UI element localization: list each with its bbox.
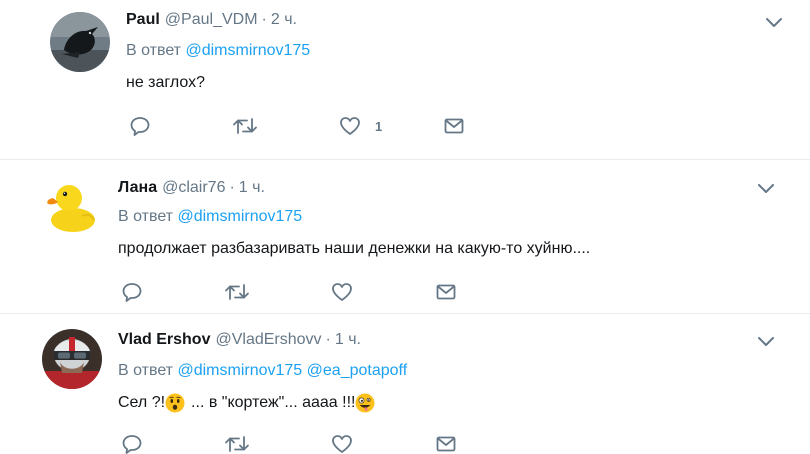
retweet-icon	[233, 118, 257, 134]
display-name[interactable]: Paul	[126, 11, 160, 29]
tweet-text: продолжает разбазаривать наши денежки на…	[118, 240, 591, 257]
envelope-icon	[436, 284, 456, 300]
like-count: 1	[375, 118, 383, 134]
reply-prefix: В ответ	[118, 362, 174, 379]
retweet-button[interactable]	[232, 113, 258, 139]
heart-icon	[332, 283, 352, 301]
rubber-duck-avatar	[42, 176, 102, 236]
reply-context: В ответ @dimsmirnov175 @ea_potapoff	[118, 362, 407, 380]
reply-button[interactable]	[121, 279, 143, 305]
mention-link[interactable]: @ea_potapoff	[307, 362, 407, 379]
direct-message-button[interactable]	[435, 279, 457, 305]
retweet-button[interactable]	[224, 431, 250, 454]
tweet-text-part: Сел ?!	[118, 394, 166, 411]
direct-message-button[interactable]	[435, 431, 457, 454]
reply-button[interactable]	[129, 113, 151, 139]
more-options-button[interactable]	[755, 177, 777, 199]
tweet[interactable]: Vlad Ershov @VladErshovv · 1 ч. В ответ …	[0, 314, 810, 454]
retweet-button[interactable]	[224, 279, 250, 305]
chevron-down-icon	[758, 337, 774, 346]
tweet-text-part: ... в "кортеж"... аааа !!!	[191, 394, 356, 411]
reply-icon	[122, 283, 142, 302]
more-options-button[interactable]	[763, 11, 785, 33]
reply-context: В ответ @dimsmirnov175	[118, 208, 302, 226]
mention-link[interactable]: @dimsmirnov175	[177, 208, 302, 225]
hushed-face-emoji	[165, 393, 185, 413]
display-name[interactable]: Лана	[118, 179, 157, 197]
chevron-down-icon	[758, 184, 774, 193]
reply-prefix: В ответ	[118, 208, 174, 225]
tweet-actions	[118, 279, 478, 305]
avatar[interactable]	[42, 176, 102, 236]
avatar[interactable]	[42, 329, 102, 389]
like-button[interactable]	[331, 431, 353, 454]
raven-avatar	[50, 12, 110, 72]
user-handle[interactable]: @VladErshovv	[215, 331, 321, 349]
reply-prefix: В ответ	[126, 42, 182, 59]
reply-icon	[130, 117, 150, 136]
more-options-button[interactable]	[755, 330, 777, 352]
zany-face-emoji	[355, 393, 375, 413]
separator-dot: ·	[325, 331, 331, 348]
tweet[interactable]: Лана @clair76 · 1 ч. В ответ @dimsmirnov…	[0, 160, 810, 313]
user-handle[interactable]: @Paul_VDM	[165, 11, 258, 29]
tweet-text: не заглох?	[126, 74, 206, 91]
timestamp[interactable]: 2 ч.	[271, 11, 297, 29]
display-name[interactable]: Vlad Ershov	[118, 331, 210, 349]
helmet-avatar	[42, 329, 102, 389]
retweet-icon	[225, 436, 249, 452]
chevron-down-icon	[766, 18, 782, 27]
mention-link[interactable]: @dimsmirnov175	[177, 362, 302, 379]
avatar[interactable]	[50, 12, 110, 72]
tweet-text: Сел ?! ... в "кортеж"... аааа !!!	[118, 393, 375, 413]
tweet[interactable]: Paul @Paul_VDM · 2 ч. В ответ @dimsmirno…	[0, 0, 810, 158]
heart-icon	[340, 117, 360, 135]
like-button[interactable]: 1	[339, 113, 382, 139]
like-button[interactable]	[331, 279, 353, 305]
tweet-actions	[118, 431, 478, 454]
timestamp[interactable]: 1 ч.	[335, 331, 361, 349]
separator-dot: ·	[229, 179, 235, 196]
envelope-icon	[444, 118, 464, 134]
reply-context: В ответ @dimsmirnov175	[126, 42, 310, 60]
direct-message-button[interactable]	[443, 113, 465, 139]
mention-link[interactable]: @dimsmirnov175	[185, 42, 310, 59]
user-handle[interactable]: @clair76	[162, 179, 225, 197]
reply-button[interactable]	[121, 431, 143, 454]
reply-icon	[122, 435, 142, 454]
tweet-actions: 1	[126, 113, 486, 139]
separator-dot: ·	[261, 11, 267, 28]
retweet-icon	[225, 284, 249, 300]
timestamp[interactable]: 1 ч.	[239, 179, 265, 197]
heart-icon	[332, 435, 352, 453]
envelope-icon	[436, 436, 456, 452]
